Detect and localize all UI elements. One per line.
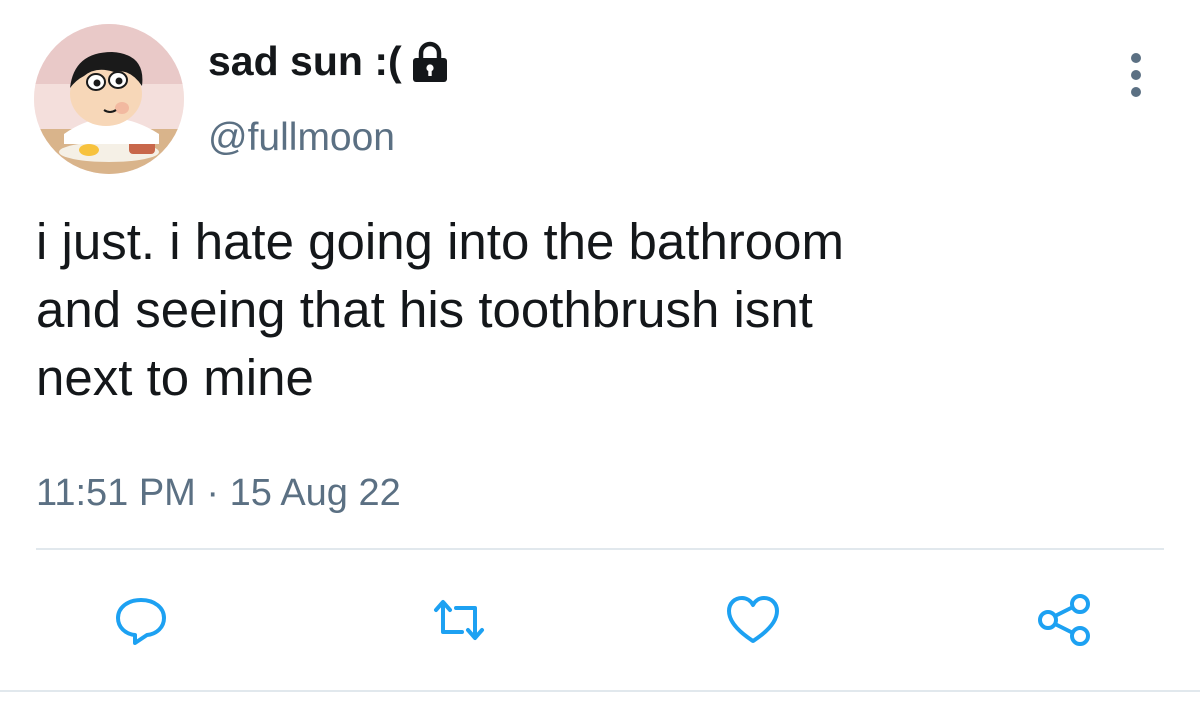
lock-icon <box>410 40 450 84</box>
more-options-icon[interactable] <box>1122 50 1150 100</box>
retweet-button[interactable] <box>430 594 488 646</box>
heart-icon <box>727 596 779 643</box>
tweet-text-line: and seeing that his toothbrush isnt <box>36 281 813 338</box>
divider <box>0 690 1200 692</box>
tweet-text-line: next to mine <box>36 349 314 406</box>
share-icon <box>1038 594 1090 646</box>
user-handle[interactable]: @fullmoon <box>208 116 395 160</box>
reply-icon <box>116 598 166 645</box>
tweet-card: sad sun :( @fullmoon i just. i hate goin… <box>0 0 1200 710</box>
avatar-image <box>34 24 184 174</box>
like-button[interactable] <box>724 594 782 646</box>
tweet-timestamp[interactable]: 11:51 PM · 15 Aug 22 <box>36 472 401 515</box>
display-name-text: sad sun :( <box>208 38 402 84</box>
share-button[interactable] <box>1036 594 1094 646</box>
tweet-text-line: i just. i hate going into the bathroom <box>36 213 845 270</box>
retweet-icon <box>434 600 484 640</box>
reply-button[interactable] <box>112 594 170 646</box>
tweet-text: i just. i hate going into the bathroom a… <box>36 208 1136 412</box>
divider <box>36 548 1164 550</box>
display-name[interactable]: sad sun :( <box>208 38 450 85</box>
avatar[interactable] <box>34 24 184 174</box>
